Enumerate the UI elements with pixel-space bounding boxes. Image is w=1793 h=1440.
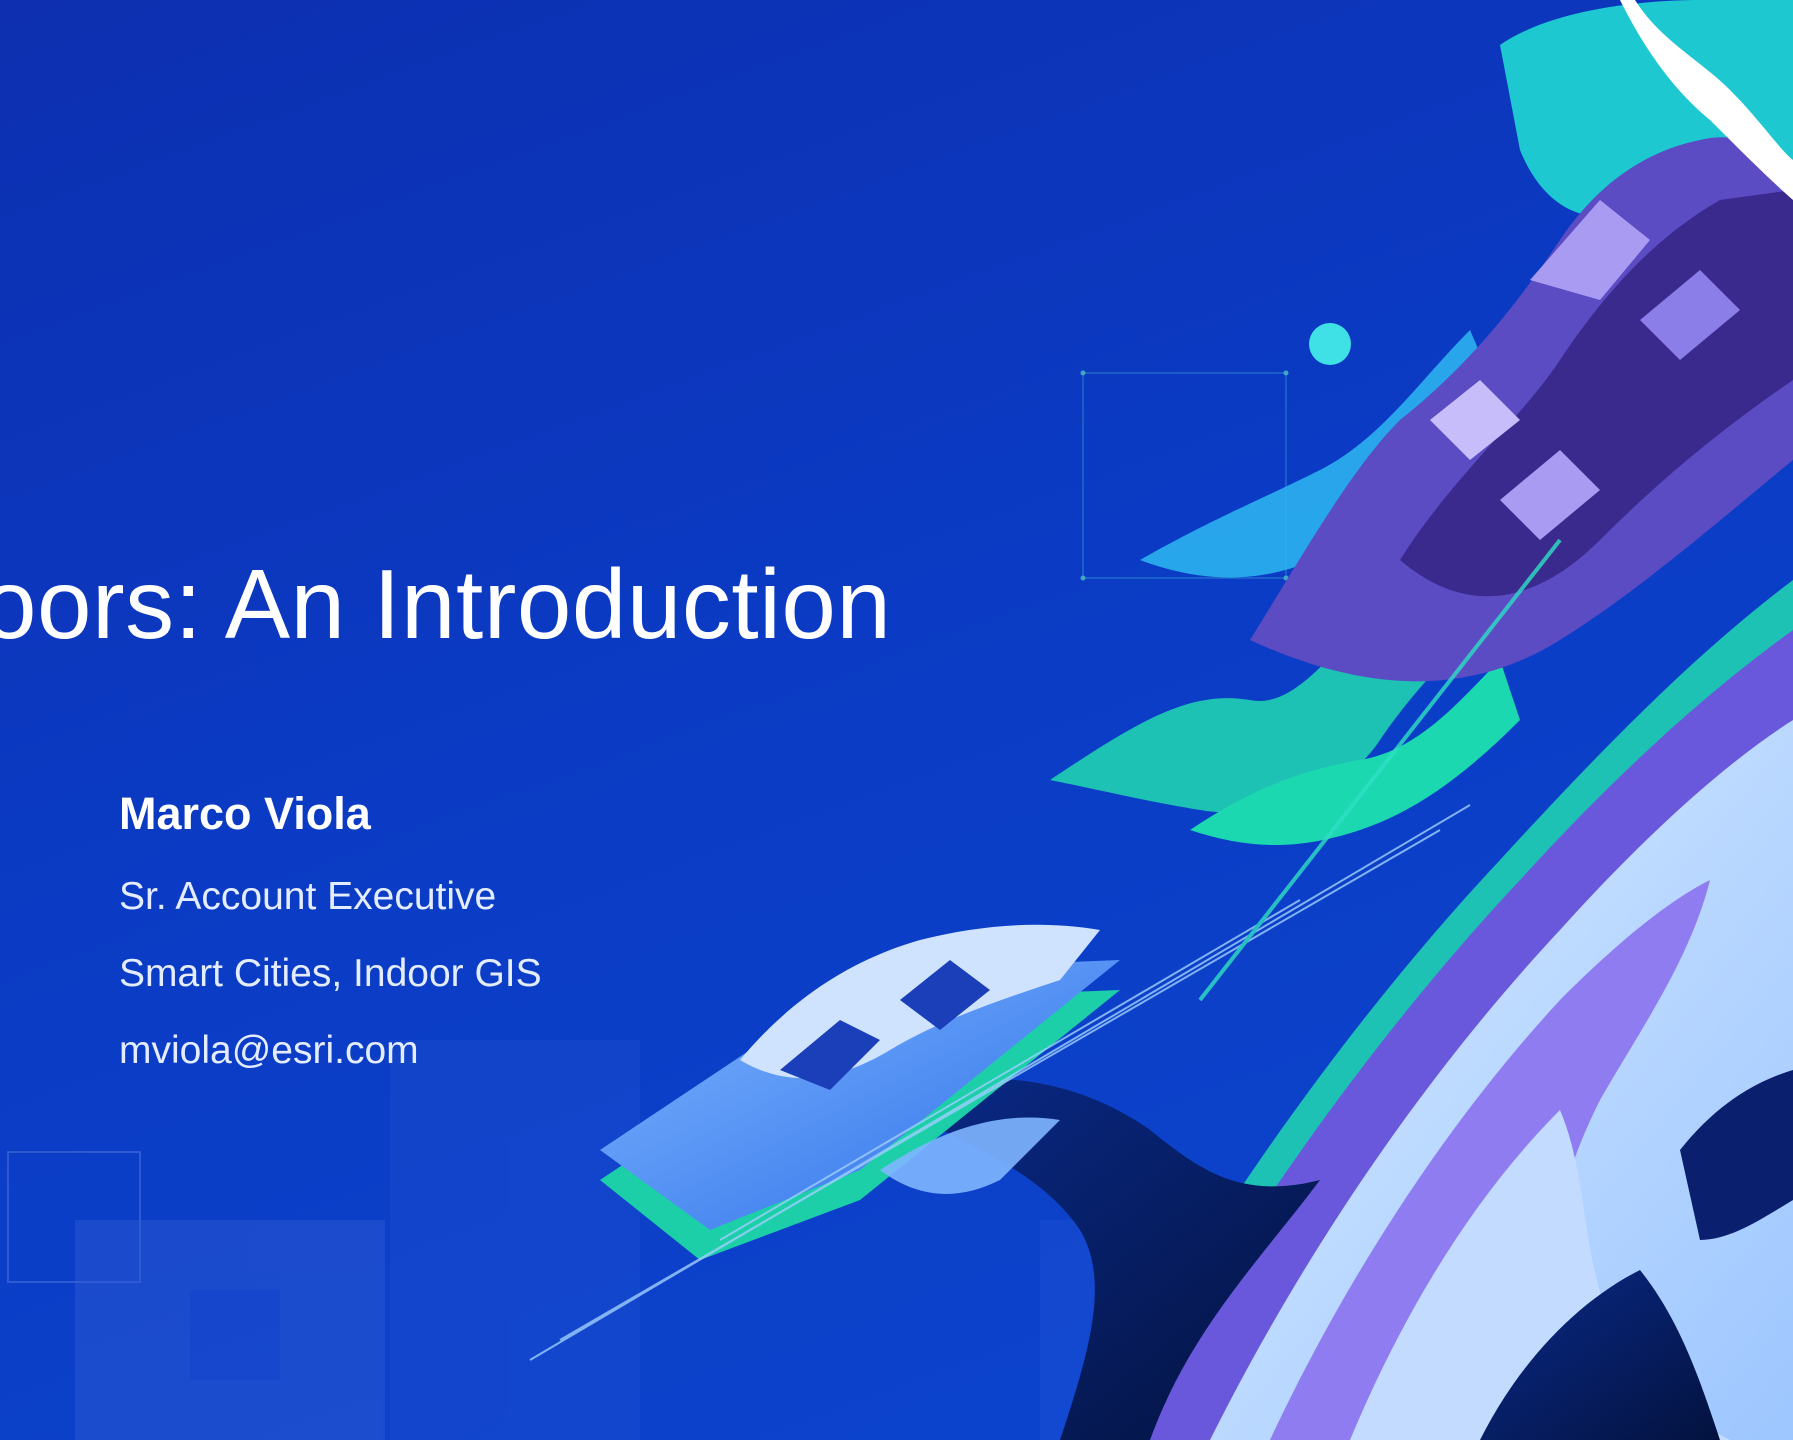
slide-artwork [7, 0, 1793, 1440]
presenter-focus: Smart Cities, Indoor GIS [119, 952, 542, 995]
teal-dot [1309, 323, 1351, 365]
presenter-info: Marco Viola Sr. Account Executive Smart … [119, 786, 542, 1089]
mountain-illustration [1250, 137, 1793, 682]
presenter-role: Sr. Account Executive [119, 875, 497, 918]
slide-title: oors: An Introduction [0, 549, 892, 659]
presenter-email[interactable]: mviola@esri.com [119, 1012, 542, 1089]
title-slide: oors: An Introduction Marco Viola Sr. Ac… [0, 0, 1793, 1440]
presenter-name: Marco Viola [119, 788, 371, 839]
